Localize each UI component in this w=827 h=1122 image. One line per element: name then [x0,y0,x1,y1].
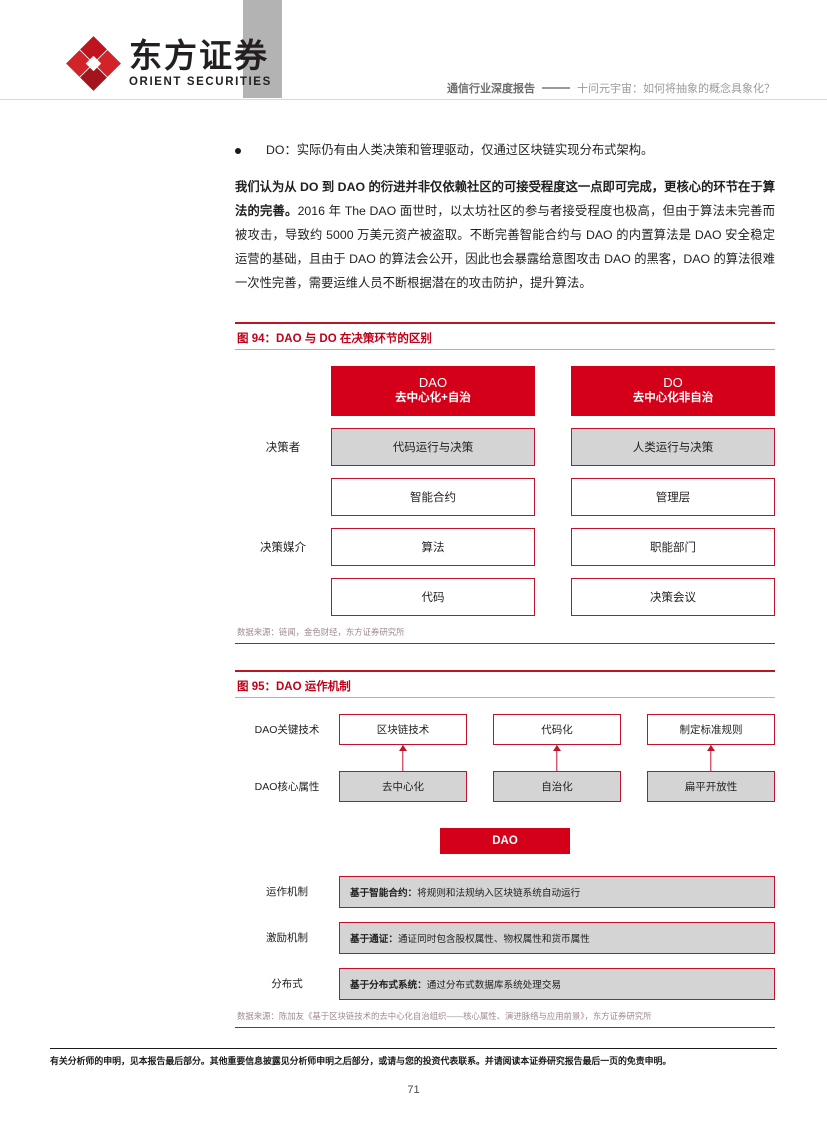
figure-95-attr-box-2: 自治化 [493,770,621,802]
figure-95-attr-box-1: 去中心化 [339,770,467,802]
figure-94-right-cell-1: 人类运行与决策 [571,427,775,466]
figure-94-head-do: DO 去中心化非自治 [571,365,775,416]
figure-95-gap [621,745,647,771]
figure-94-right-cell-3: 职能部门 [571,527,775,566]
figure-95-title: 图 95：DAO 运作机制 [237,680,351,693]
figure-95-mech-label-2: 激励机制 [266,932,308,945]
company-logo: 东方证券 ORIENT SECURITIES [66,35,272,91]
bullet-item-text: DO：实际仍有由人类决策和管理驱动，仅通过区块链实现分布式架构。 [266,143,654,157]
figure-95-mech-text-3: 通过分布式数据库系统处理交易 [426,979,562,991]
figure-95-mech-bold-1: 基于智能合约： [350,887,418,899]
figure-94-head-dao-title: DAO [418,374,448,390]
figure-95-mech-box-3: 基于分布式系统：通过分布式数据库系统处理交易 [339,967,775,1000]
figure-94-left-cell-2: 智能合约 [331,477,535,516]
figure-95-mech-label-1: 运作机制 [266,886,308,899]
figure-94-row-label-1: 决策者 [265,441,301,454]
body-paragraph: 我们认为从 DO 到 DAO 的衍进并非仅依赖社区的可接受程度这一点即可完成，更… [235,176,775,296]
header-divider-dash-icon [542,87,570,89]
figure-95-tech-box-3: 制定标准规则 [647,713,775,745]
header-report-label: 通信行业深度报告 十问元宇宙：如何将抽象的概念具象化？ [447,80,775,96]
figure-95-source: 数据来源：陈加友《基于区块链技术的去中心化自治组织——核心属性、演进脉络与应用前… [237,1010,652,1021]
orient-securities-diamond-logo-icon [66,36,121,91]
figure-95: 图 95：DAO 运作机制 DAO关键技术 区块链技术 代码化 制定标准规则 D… [235,670,775,1029]
figure-95-mech-bold-2: 基于通证： [350,933,398,945]
figure-95-mech-box-1: 基于智能合约：将规则和法规纳入区块链系统自动运行 [339,875,775,908]
figure-95-row-label-tech: DAO关键技术 [254,723,320,736]
figure-95-row-label-attr: DAO核心属性 [254,780,320,793]
logo-text-chinese: 东方证券 [129,35,269,75]
figure-95-arrow-up-icon-2 [493,744,621,771]
figure-95-attr-box-3: 扁平开放性 [647,770,775,802]
page-number: 71 [407,1084,420,1096]
figure-94-left-cell-4: 代码 [331,577,535,616]
figure-94-head-do-subtitle: 去中心化非自治 [632,392,714,405]
figure-94-head-do-title: DO [663,374,683,390]
report-subtitle: 十问元宇宙：如何将抽象的概念具象化？ [577,83,775,95]
figure-94-head-dao-subtitle: 去中心化+自治 [395,392,471,405]
report-name: 通信行业深度报告 [447,83,535,95]
figure-94-right-cell-2: 管理层 [571,477,775,516]
figure-95-center-wrap: DAO [235,827,775,854]
figure-94-grid: DAO 去中心化+自治 DO 去中心化非自治 决策者 代码运行与决策 人类运行与… [235,365,775,616]
figure-95-attr-row: DAO核心属性 去中心化 自治化 扁平开放性 [235,770,775,802]
figure-95-mechanism-grid: 运作机制 基于智能合约：将规则和法规纳入区块链系统自动运行 激励机制 基于通证：… [235,875,775,1000]
figure-95-arrow-up-icon-3 [647,744,775,771]
body-paragraph-rest: 2016 年 The DAO 面世时，以太坊社区的参与者接受程度也极高，但由于算… [235,204,775,291]
figure-95-gap [467,745,493,771]
header-bottom-rule [0,99,827,100]
figure-95-mech-box-2: 基于通证：通证同时包含股权属性、物权属性和货币属性 [339,921,775,954]
figure-95-body: DAO关键技术 区块链技术 代码化 制定标准规则 DAO核心属性 去中心化 自治… [235,698,775,1006]
figure-94-body: DAO 去中心化+自治 DO 去中心化非自治 决策者 代码运行与决策 人类运行与… [235,350,775,622]
figure-95-bottom-rule [235,1026,775,1029]
figure-94-source: 数据来源：链闻，金色财经，东方证券研究所 [237,626,405,637]
page-content: DO：实际仍有由人类决策和管理驱动，仅通过区块链实现分布式架构。 我们认为从 D… [235,140,775,1029]
figure-95-arrow-row [235,744,775,771]
figure-94: 图 94：DAO 与 DO 在决策环节的区别 DAO 去中心化+自治 DO 去中… [235,322,775,645]
figure-94-bottom-rule [235,642,775,645]
figure-95-center-box-dao: DAO [440,827,570,854]
figure-95-mech-text-1: 将规则和法规纳入区块链系统自动运行 [417,887,581,899]
figure-94-row-label-3: 决策媒介 [260,541,306,554]
figure-95-tech-row: DAO关键技术 区块链技术 代码化 制定标准规则 [235,713,775,745]
figure-95-mech-label-3: 分布式 [271,978,303,991]
bullet-item-do: DO：实际仍有由人类决策和管理驱动，仅通过区块链实现分布式架构。 [235,140,775,160]
figure-95-mech-text-2: 通证同时包含股权属性、物权属性和货币属性 [397,933,590,945]
figure-94-title: 图 94：DAO 与 DO 在决策环节的区别 [237,332,432,345]
figure-94-right-cell-4: 决策会议 [571,577,775,616]
page-header: 东方证券 ORIENT SECURITIES 通信行业深度报告 十问元宇宙：如何… [0,0,827,100]
figure-94-left-cell-3: 算法 [331,527,535,566]
figure-94-left-cell-1: 代码运行与决策 [331,427,535,466]
logo-text-english: ORIENT SECURITIES [129,75,272,88]
page-footer: 有关分析师的申明，见本报告最后部分。其他重要信息披露见分析师申明之后部分，或请与… [50,1048,777,1068]
figure-95-gap [235,745,339,771]
figure-94-head-dao: DAO 去中心化+自治 [331,365,535,416]
figure-95-tech-box-1: 区块链技术 [339,713,467,745]
footer-disclaimer: 有关分析师的申明，见本报告最后部分。其他重要信息披露见分析师申明之后部分，或请与… [50,1056,672,1067]
figure-95-arrow-up-icon-1 [339,744,467,771]
figure-95-tech-box-2: 代码化 [493,713,621,745]
figure-95-mech-bold-3: 基于分布式系统： [350,979,427,991]
bullet-dot-icon [235,148,241,154]
